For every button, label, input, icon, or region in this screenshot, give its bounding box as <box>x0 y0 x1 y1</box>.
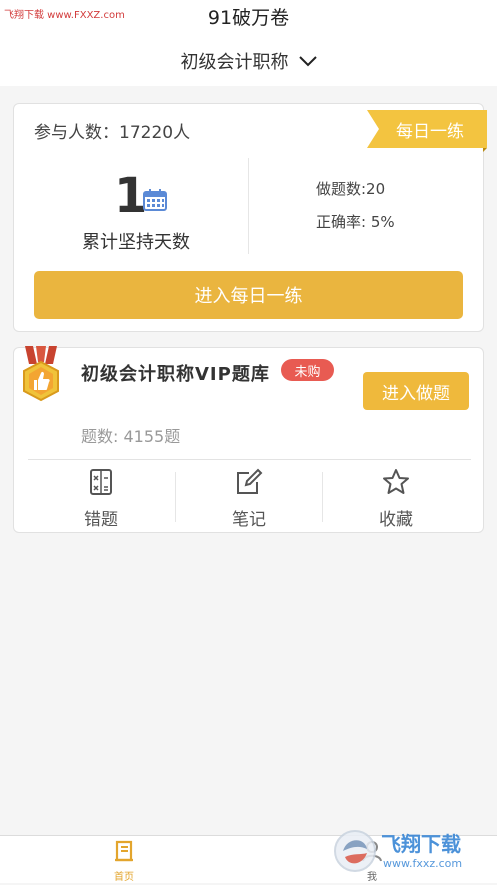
unpurchased-badge: 未购 <box>281 359 334 381</box>
star-icon <box>382 468 410 500</box>
home-page-icon <box>113 840 135 866</box>
daily-practice-ribbon: 每日一练 <box>367 110 487 148</box>
wrong-questions-button[interactable]: 错题 <box>28 468 174 530</box>
ribbon-fold <box>483 148 487 152</box>
notes-button[interactable]: 笔记 <box>176 468 322 530</box>
subject-dropdown[interactable]: 初级会计职称 <box>0 46 497 76</box>
wrong-questions-icon <box>87 468 115 500</box>
app-title: 91破万卷 <box>207 7 290 29</box>
questions-done: 做题数:20 <box>316 180 386 198</box>
course-card-divider <box>28 459 471 460</box>
favorites-label: 收藏 <box>379 510 413 530</box>
wrong-questions-label: 错题 <box>84 510 118 530</box>
notes-label: 笔记 <box>232 510 266 530</box>
tab-home-label: 首页 <box>114 872 134 883</box>
chevron-down-icon <box>298 51 317 72</box>
accuracy-rate: 正确率: 5% <box>316 213 395 231</box>
watermark-logo-cn: 飞翔下载 <box>381 832 461 856</box>
enter-practice-button[interactable]: 进入做题 <box>363 372 469 410</box>
daily-practice-card: 参与人数：17220人 每日一练 1 累计坚持天数 做题数:20 正确率: 5%… <box>13 103 487 332</box>
note-edit-icon <box>235 468 263 500</box>
enter-daily-practice-button[interactable]: 进入每日一练 <box>34 271 463 319</box>
subject-label: 初级会计职称 <box>180 52 289 73</box>
participants-count: 参与人数：17220人 <box>34 123 191 143</box>
streak-label: 累计坚持天数 <box>82 232 190 253</box>
watermark-logo: 飞翔下载 www.fxxz.com <box>333 823 493 881</box>
course-card: 初级会计职称VIP题库 未购 进入做题 题数: 4155题 错题 笔记 收藏 <box>13 346 484 533</box>
calendar-icon <box>143 189 167 215</box>
course-title: 初级会计职称VIP题库 <box>81 364 270 385</box>
thumbs-up-medal-icon <box>20 346 62 412</box>
stats-divider <box>248 158 249 254</box>
watermark-logo-url: www.fxxz.com <box>383 857 462 870</box>
question-count: 题数: 4155题 <box>81 427 181 446</box>
favorites-button[interactable]: 收藏 <box>323 468 469 530</box>
top-bar: 飞翔下载 www.FXXZ.com 91破万卷 初级会计职称 <box>0 0 497 86</box>
tab-home[interactable]: 首页 <box>84 840 164 883</box>
